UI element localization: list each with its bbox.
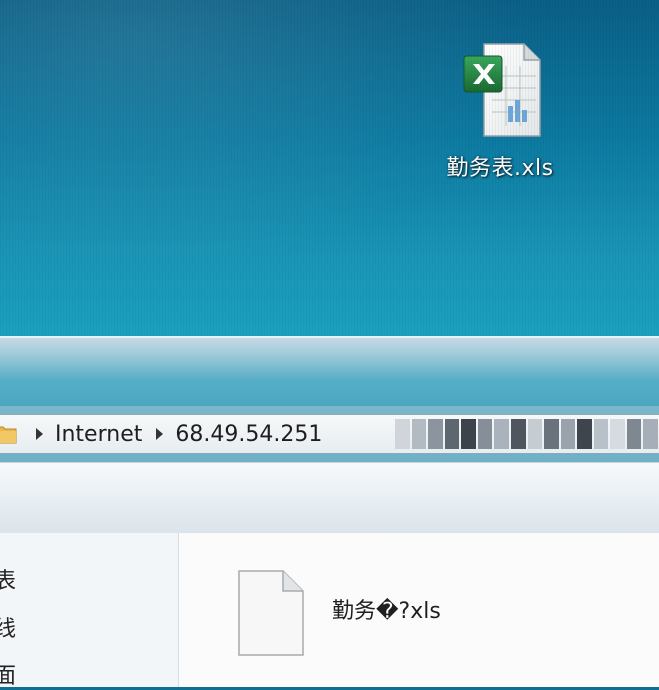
desktop: 勤务表.xls bbox=[0, 0, 659, 340]
navigation-pane: 表 线 面 bbox=[0, 533, 179, 690]
desktop-file-icon[interactable]: 勤务表.xls bbox=[430, 36, 570, 186]
folder-icon bbox=[0, 426, 17, 444]
address-bar[interactable]: Internet 68.49.54.251 bbox=[0, 414, 659, 454]
nav-item[interactable]: 面 bbox=[0, 658, 16, 690]
address-row: Internet 68.49.54.251 bbox=[0, 406, 659, 462]
breadcrumb-arrow-icon[interactable] bbox=[156, 428, 164, 440]
pixelated-redaction bbox=[395, 415, 659, 453]
breadcrumb-ip-address[interactable]: 68.49.54.251 bbox=[175, 422, 330, 447]
nav-item[interactable]: 线 bbox=[0, 611, 16, 643]
desktop-file-label: 勤务表.xls bbox=[446, 156, 554, 181]
command-toolbar bbox=[0, 462, 659, 534]
blank-file-icon bbox=[238, 570, 304, 656]
file-name: 勤务�?xls bbox=[332, 599, 441, 624]
explorer-content: 表 线 面 勤务�?xls bbox=[0, 533, 659, 690]
breadcrumb-arrow-icon[interactable] bbox=[36, 428, 43, 440]
window-title-bar[interactable] bbox=[0, 336, 659, 408]
breadcrumb-internet[interactable]: Internet bbox=[55, 422, 150, 447]
explorer-window: Internet 68.49.54.251 表 线 面 勤务�?xls bbox=[0, 336, 659, 690]
file-item[interactable]: 勤务�?xls bbox=[237, 569, 497, 669]
file-list: 勤务�?xls bbox=[179, 533, 659, 687]
excel-xls-file-icon bbox=[463, 43, 541, 137]
nav-item[interactable]: 表 bbox=[0, 563, 16, 595]
